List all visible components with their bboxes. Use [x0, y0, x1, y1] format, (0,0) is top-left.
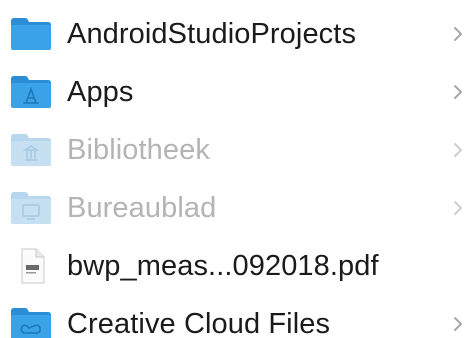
list-item-label: Bibliotheek [67, 134, 210, 166]
desktop-folder-icon [8, 190, 54, 226]
finder-file-list: AndroidStudioProjects Apps Bibliotheek B… [0, 0, 468, 338]
folder-icon [8, 16, 54, 52]
pdf-document-icon [8, 248, 54, 284]
chevron-right-icon[interactable] [452, 140, 464, 160]
list-item-creative-cloud-files[interactable]: Creative Cloud Files [0, 294, 468, 338]
chevron-right-icon[interactable] [452, 24, 464, 44]
list-item-label: Creative Cloud Files [67, 308, 331, 338]
library-folder-icon [8, 132, 54, 168]
applications-folder-icon [8, 74, 54, 110]
list-item-label: Bureaublad [67, 192, 217, 224]
list-item-label: Apps [67, 76, 134, 108]
list-item-label: bwp_meas...092018.pdf [67, 250, 379, 282]
chevron-right-icon[interactable] [452, 82, 464, 102]
chevron-right-icon[interactable] [452, 198, 464, 218]
list-item-bureaublad[interactable]: Bureaublad [0, 178, 468, 236]
list-item-pdf-file[interactable]: bwp_meas...092018.pdf [0, 236, 468, 294]
creative-cloud-folder-icon [8, 306, 54, 338]
list-item-label: AndroidStudioProjects [67, 18, 357, 50]
chevron-right-icon[interactable] [452, 314, 464, 334]
list-item-bibliotheek[interactable]: Bibliotheek [0, 120, 468, 178]
list-item-androidstudioprojects[interactable]: AndroidStudioProjects [0, 4, 468, 62]
list-item-apps[interactable]: Apps [0, 62, 468, 120]
